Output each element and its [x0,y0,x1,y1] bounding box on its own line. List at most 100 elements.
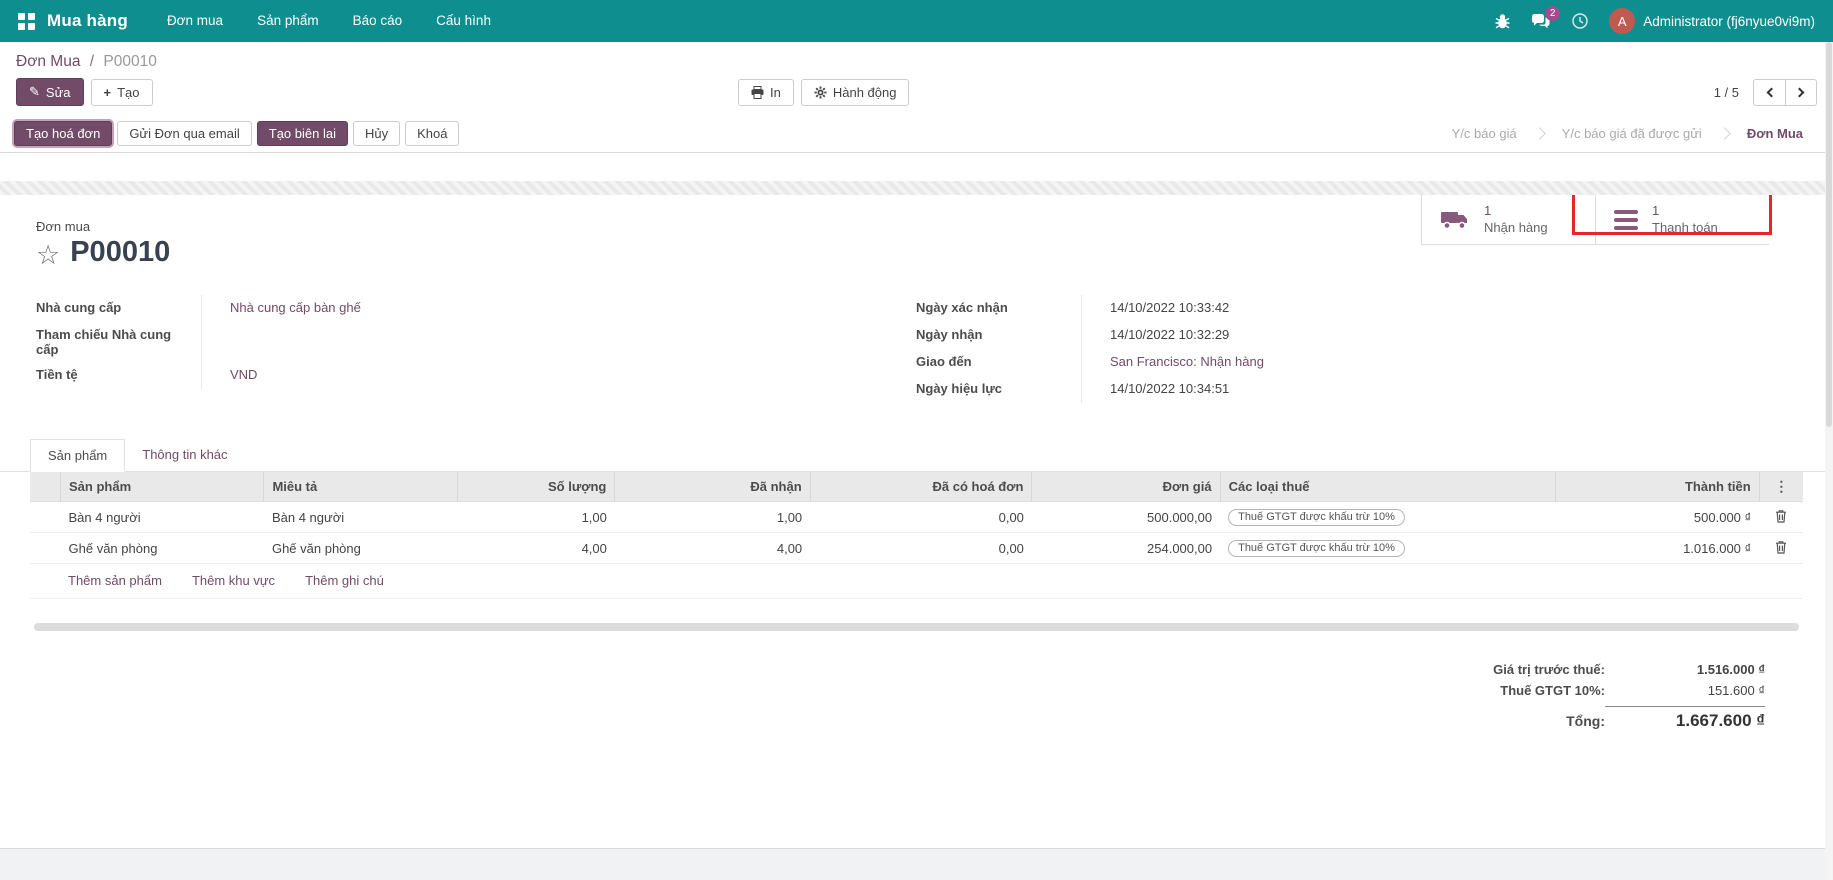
notebook-tabs: Sản phẩm Thông tin khác [0,439,1833,472]
receipts-label: Nhận hàng [1484,220,1548,237]
page-scrollbar[interactable] [1825,42,1833,880]
cancel-button[interactable]: Hủy [353,121,400,146]
bars-icon [1614,210,1638,230]
row-handle [30,533,61,564]
top-navbar: Mua hàng Đơn mua Sản phẩm Báo cáo Cấu hì… [0,0,1833,42]
nav-item-san-pham[interactable]: Sản phẩm [240,0,336,42]
header-unit-price[interactable]: Đơn giá [1032,472,1220,502]
receipts-smart-button[interactable]: 1 Nhận hàng [1421,195,1595,245]
add-product-link[interactable]: Thêm sản phẩm [68,573,162,588]
tab-other-info[interactable]: Thông tin khác [125,439,244,472]
total-amount-row: Tổng: 1.667.600 ₫ [1345,703,1765,734]
avatar: A [1609,8,1635,34]
step-chevron-icon [1718,127,1731,140]
print-button[interactable]: In [738,79,794,106]
cell-description: Ghế văn phòng [264,533,457,564]
spacer [0,153,1833,181]
tax-tag: Thuế GTGT được khấu trừ 10% [1228,509,1405,526]
nav-item-cau-hinh[interactable]: Cấu hình [419,0,508,42]
printer-icon [751,86,764,99]
optional-columns-icon[interactable]: ⋮ [1759,472,1803,502]
header-billed[interactable]: Đã có hoá đơn [810,472,1032,502]
field-deliver-to: Giao đến San Francisco: Nhận hàng [916,349,1506,376]
cell-unit-price: 500.000,00 [1032,502,1220,533]
payments-count: 1 [1652,203,1718,220]
cell-product: Ghế văn phòng [61,533,264,564]
create-button[interactable]: + Tạo [91,79,153,106]
field-currency: Tiền tệ VND [36,362,676,389]
table-footer-links: Thêm sản phẩm Thêm khu vực Thêm ghi chú [30,564,1803,599]
cell-product: Bàn 4 người [61,502,264,533]
pager-previous-button[interactable] [1753,79,1785,106]
breadcrumb: Đơn Mua / P00010 [0,42,1833,73]
plus-icon: + [104,85,112,100]
lock-button[interactable]: Khoá [405,121,459,146]
gear-icon [814,86,827,99]
header-received[interactable]: Đã nhận [615,472,810,502]
header-quantity[interactable]: Số lượng [457,472,615,502]
breadcrumb-current: P00010 [103,53,156,70]
cell-billed: 0,00 [810,533,1032,564]
create-invoice-button[interactable]: Tạo hoá đơn [14,121,112,146]
vendor-link[interactable]: Nhà cung cấp bàn ghế [201,295,676,322]
delete-row-trash-icon[interactable] [1775,509,1787,523]
delete-row-trash-icon[interactable] [1775,540,1787,554]
pager-next-button[interactable] [1785,79,1817,106]
control-panel: ✎ Sửa + Tạo In [0,73,1833,115]
user-name: Administrator (fj6nyue0vi9m) [1643,14,1815,29]
create-receipt-button[interactable]: Tạo biên lai [257,121,348,146]
table-row[interactable]: Bàn 4 người Bàn 4 người 1,00 1,00 0,00 5… [30,502,1803,533]
field-vendor-reference: Tham chiếu Nhà cung cấp [36,322,676,362]
add-note-link[interactable]: Thêm ghi chú [305,573,384,588]
header-taxes[interactable]: Các loại thuế [1220,472,1556,502]
edit-button[interactable]: ✎ Sửa [16,78,84,106]
sheet-background-texture [0,181,1833,195]
apps-menu-icon[interactable] [18,13,35,30]
field-groups: Nhà cung cấp Nhà cung cấp bàn ghế Tham c… [36,295,1797,403]
receipt-date-value: 14/10/2022 10:32:29 [1081,322,1506,349]
field-receipt-date: Ngày nhận 14/10/2022 10:32:29 [916,322,1506,349]
table-row[interactable]: Ghế văn phòng Ghế văn phòng 4,00 4,00 0,… [30,533,1803,564]
statusbar: Tạo hoá đơn Gửi Đơn qua email Tạo biên l… [0,115,1833,153]
currency-link[interactable]: VND [201,362,676,389]
send-by-email-button[interactable]: Gửi Đơn qua email [117,121,251,146]
add-section-link[interactable]: Thêm khu vực [192,573,275,588]
receipts-count: 1 [1484,203,1548,220]
payments-smart-button[interactable]: 1 Thanh toán [1595,195,1769,245]
activities-clock-icon[interactable] [1571,12,1589,30]
pager: 1 / 5 [1714,79,1817,106]
header-subtotal[interactable]: Thành tiền [1556,472,1759,502]
step-rfq-sent[interactable]: Y/c báo giá đã được gửi [1546,124,1718,143]
untaxed-amount-row: Giá trị trước thuế: 1.516.000 ₫ [1345,659,1765,680]
vendor-reference-value [201,322,676,362]
page-bottom-background [0,848,1833,880]
smart-button-box: 1 Nhận hàng 1 Thanh toán [1421,195,1769,245]
user-menu[interactable]: A Administrator (fj6nyue0vi9m) [1609,8,1815,34]
chevron-right-icon [1795,87,1805,97]
table-horizontal-scrollbar[interactable] [34,623,1799,631]
tab-products[interactable]: Sản phẩm [30,439,125,472]
tax-amount-value: 151.600 ₫ [1605,683,1765,698]
action-button[interactable]: Hành động [801,79,910,106]
debug-bug-icon[interactable] [1494,13,1511,30]
pencil-icon: ✎ [29,84,40,100]
confirm-date-value: 14/10/2022 10:33:42 [1081,295,1506,322]
order-lines-table: Sản phẩm Miêu tả Số lượng Đã nhận Đã có … [0,472,1833,599]
handle-column-header [30,472,61,502]
cell-description: Bàn 4 người [264,502,457,533]
step-rfq[interactable]: Y/c báo giá [1436,124,1533,143]
deliver-to-link[interactable]: San Francisco: Nhận hàng [1081,349,1506,376]
breadcrumb-parent[interactable]: Đơn Mua [16,53,80,70]
app-name[interactable]: Mua hàng [47,11,128,31]
header-description[interactable]: Miêu tả [264,472,457,502]
untaxed-amount-value: 1.516.000 ₫ [1605,662,1765,677]
messages-icon[interactable]: 2 [1531,13,1551,30]
nav-item-bao-cao[interactable]: Báo cáo [336,0,420,42]
truck-icon [1440,209,1470,231]
header-product[interactable]: Sản phẩm [61,472,264,502]
nav-item-don-mua[interactable]: Đơn mua [150,0,240,42]
cell-quantity: 4,00 [457,533,615,564]
favorite-star-icon[interactable]: ☆ [36,242,60,269]
step-purchase-order[interactable]: Đơn Mua [1731,124,1819,143]
field-effective-date: Ngày hiệu lực 14/10/2022 10:34:51 [916,376,1506,403]
